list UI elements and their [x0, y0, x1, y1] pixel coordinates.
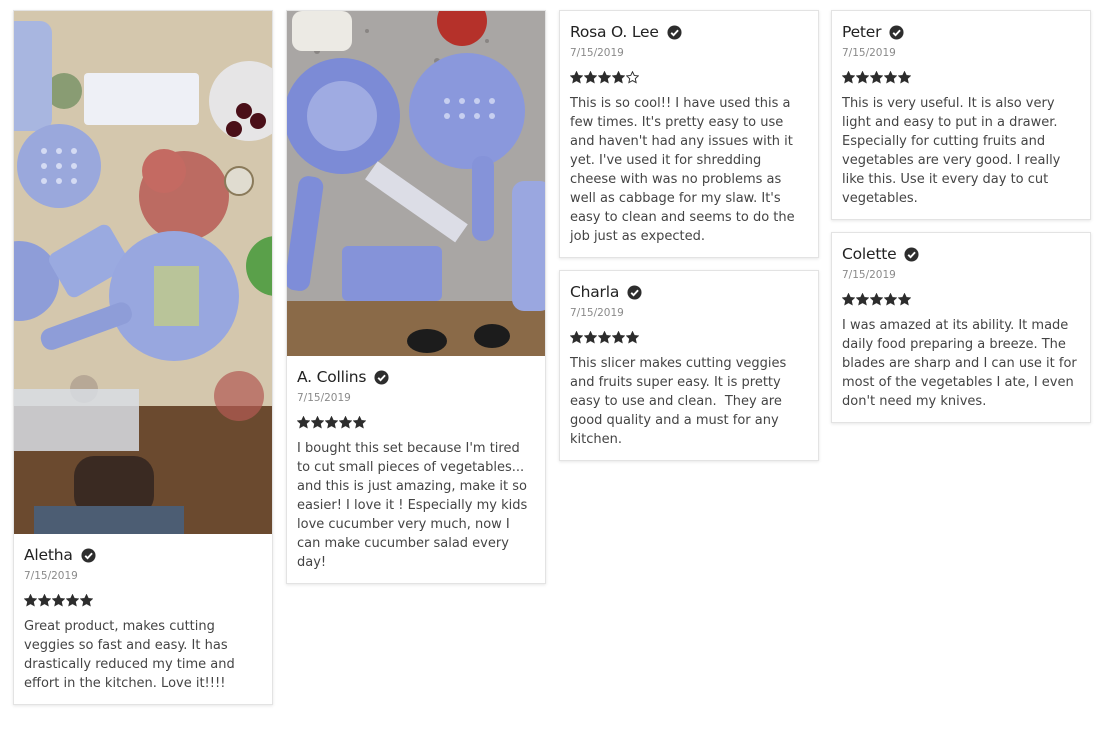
star-filled-icon — [898, 293, 911, 306]
star-filled-icon — [870, 71, 883, 84]
review-card-rosa-o-lee[interactable]: Rosa O. Lee 7/15/2019 This is so cool!! … — [559, 10, 819, 258]
star-filled-icon — [66, 594, 79, 607]
reviewer-name: Peter — [842, 23, 882, 41]
review-text: This is very useful. It is also very lig… — [842, 96, 1065, 206]
review-text: I was amazed at its ability. It made dai… — [842, 318, 1081, 409]
review-date: 7/15/2019 — [842, 269, 896, 281]
star-filled-icon — [584, 331, 597, 344]
review-photo[interactable] — [287, 11, 545, 356]
star-filled-icon — [80, 594, 93, 607]
reviewer-name: Rosa O. Lee — [570, 23, 659, 41]
verified-check-icon — [81, 547, 96, 563]
review-column-1: Aletha 7/15/2019 Great product, makes cu… — [13, 10, 273, 717]
reviewer-name: Aletha — [24, 546, 73, 564]
review-date: 7/15/2019 — [297, 392, 351, 404]
star-filled-icon — [856, 71, 869, 84]
star-filled-icon — [570, 71, 583, 84]
review-text: This is so cool!! I have used this a few… — [570, 96, 799, 244]
star-filled-icon — [842, 71, 855, 84]
star-rating — [842, 71, 1080, 87]
verified-check-icon — [667, 24, 682, 40]
star-filled-icon — [884, 71, 897, 84]
star-filled-icon — [856, 293, 869, 306]
star-rating — [297, 416, 535, 432]
verified-check-icon — [374, 369, 389, 385]
star-filled-icon — [626, 331, 639, 344]
review-column-2: A. Collins 7/15/2019 I bought this set b… — [286, 10, 546, 596]
reviewer-name: Charla — [570, 283, 620, 301]
reviewer-name: A. Collins — [297, 368, 367, 386]
star-filled-icon — [325, 416, 338, 429]
star-filled-icon — [311, 416, 324, 429]
star-filled-icon — [898, 71, 911, 84]
review-text: I bought this set because I'm tired to c… — [297, 441, 532, 570]
review-card-peter[interactable]: Peter 7/15/2019 This is very useful. It … — [831, 10, 1091, 220]
review-column-4: Peter 7/15/2019 This is very useful. It … — [831, 10, 1091, 435]
star-rating — [24, 594, 262, 610]
review-date: 7/15/2019 — [570, 307, 624, 319]
star-filled-icon — [570, 331, 583, 344]
star-filled-icon — [24, 594, 37, 607]
star-filled-icon — [884, 293, 897, 306]
review-column-3: Rosa O. Lee 7/15/2019 This is so cool!! … — [559, 10, 819, 473]
star-filled-icon — [598, 71, 611, 84]
star-filled-icon — [353, 416, 366, 429]
star-rating — [570, 331, 808, 347]
star-filled-icon — [870, 293, 883, 306]
review-card-charla[interactable]: Charla 7/15/2019 This slicer makes cutti… — [559, 270, 819, 461]
star-filled-icon — [38, 594, 51, 607]
review-date: 7/15/2019 — [24, 570, 78, 582]
review-text: This slicer makes cutting veggies and fr… — [570, 356, 791, 447]
star-rating — [570, 71, 808, 87]
review-card-colette[interactable]: Colette 7/15/2019 I was amazed at its ab… — [831, 232, 1091, 423]
star-filled-icon — [612, 71, 625, 84]
star-filled-icon — [842, 293, 855, 306]
verified-check-icon — [889, 24, 904, 40]
star-filled-icon — [297, 416, 310, 429]
star-filled-icon — [598, 331, 611, 344]
star-filled-icon — [612, 331, 625, 344]
star-filled-icon — [339, 416, 352, 429]
star-empty-icon — [626, 71, 639, 84]
star-rating — [842, 293, 1080, 309]
verified-check-icon — [904, 246, 919, 262]
review-date: 7/15/2019 — [842, 47, 896, 59]
star-filled-icon — [52, 594, 65, 607]
verified-check-icon — [627, 284, 642, 300]
reviewer-name: Colette — [842, 245, 897, 263]
review-card-a-collins[interactable]: A. Collins 7/15/2019 I bought this set b… — [286, 10, 546, 584]
review-photo[interactable] — [14, 11, 272, 534]
review-date: 7/15/2019 — [570, 47, 624, 59]
star-filled-icon — [584, 71, 597, 84]
review-text: Great product, makes cutting veggies so … — [24, 619, 239, 691]
review-card-aletha[interactable]: Aletha 7/15/2019 Great product, makes cu… — [13, 10, 273, 705]
